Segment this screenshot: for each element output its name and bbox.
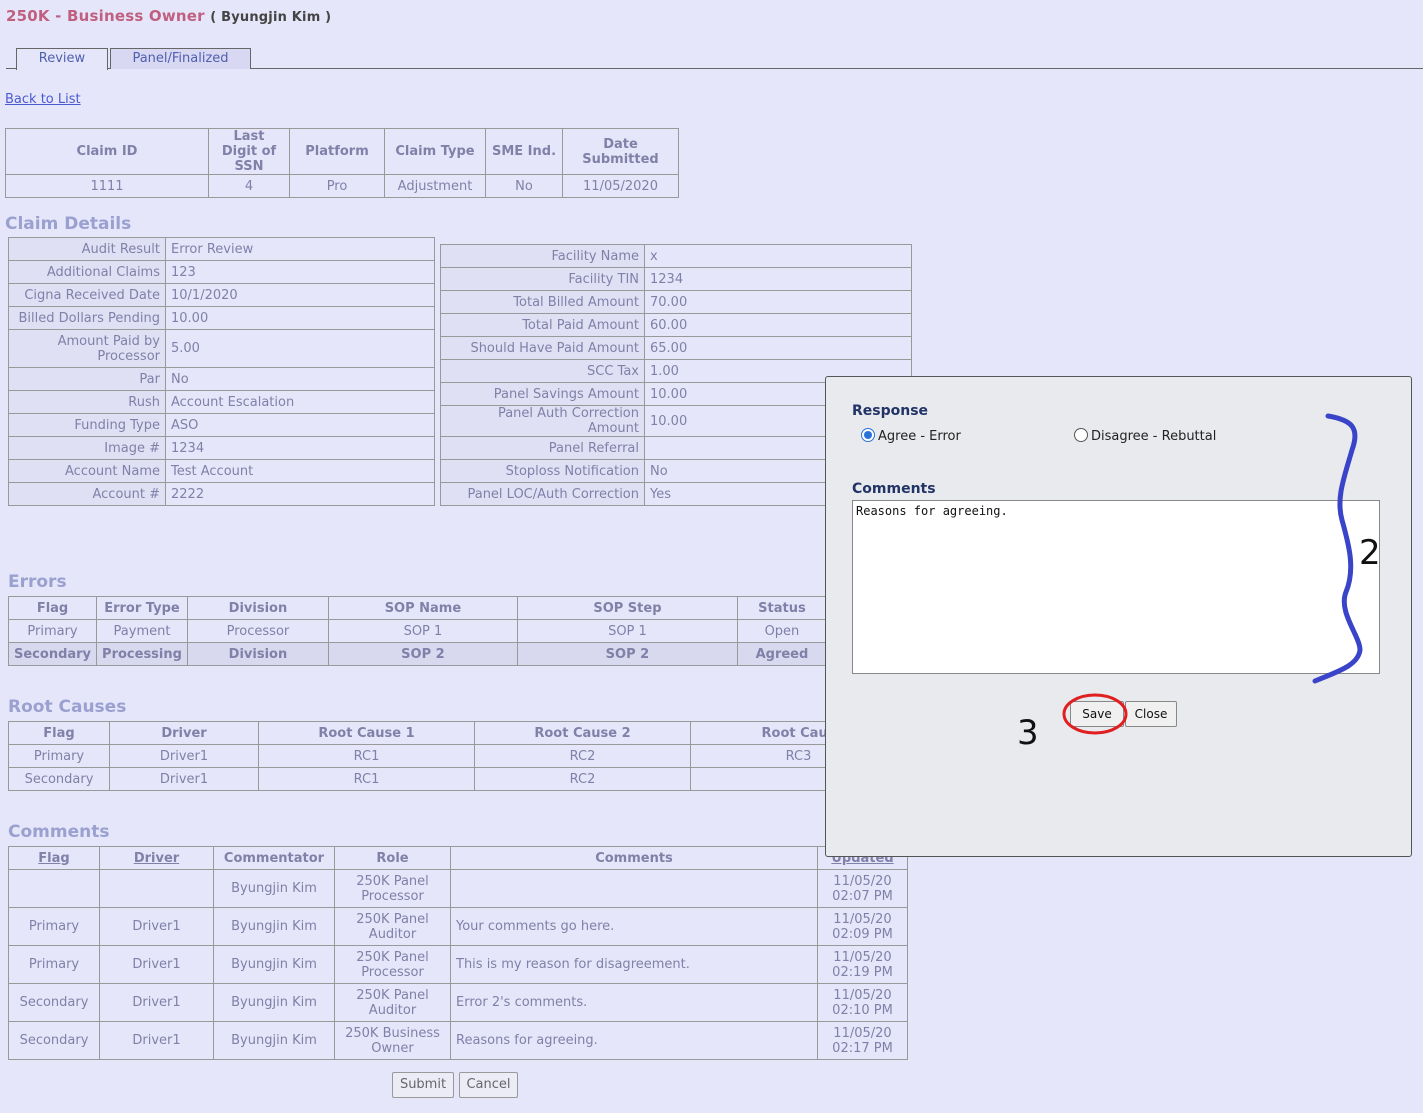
annotation-number-2: 2 [1359, 533, 1381, 573]
annotation-number-3: 3 [1017, 713, 1039, 753]
annotation-overlay: 2 3 [1017, 413, 1381, 753]
annotation-circle [1062, 693, 1128, 735]
annotation-brace [1312, 413, 1363, 684]
